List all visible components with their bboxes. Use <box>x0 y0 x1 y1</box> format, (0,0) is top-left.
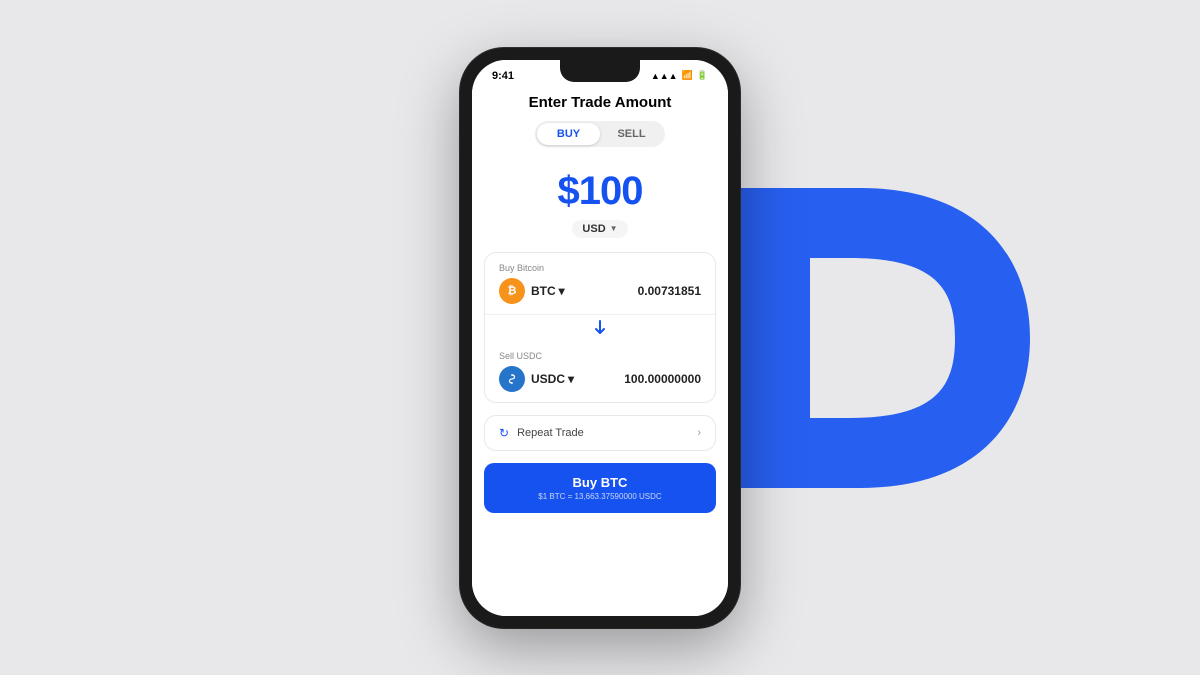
screen-header: Enter Trade Amount BUY SELL <box>472 86 728 157</box>
trade-card: Buy Bitcoin ₿ BTC ▾ 0.00731851 <box>484 252 716 403</box>
buy-label: Buy Bitcoin <box>499 263 701 273</box>
signal-icon: ▲▲▲ <box>651 71 678 81</box>
currency-selector[interactable]: USD ▼ <box>572 220 627 238</box>
repeat-icon: ↻ <box>499 426 509 440</box>
screen-title: Enter Trade Amount <box>492 94 708 111</box>
repeat-trade-left: ↻ Repeat Trade <box>499 426 584 440</box>
buy-btn-main-label: Buy BTC <box>496 475 704 490</box>
phone-device: 9:41 ▲▲▲ 📶 🔋 Enter Trade Amount BUY SELL <box>460 48 740 628</box>
wifi-icon: 📶 <box>682 70 693 81</box>
phone-notch <box>560 60 640 82</box>
buy-btc-row: Buy Bitcoin ₿ BTC ▾ 0.00731851 <box>485 253 715 315</box>
btc-icon: ₿ <box>499 278 525 304</box>
sell-label: Sell USDC <box>499 351 701 361</box>
repeat-trade-row[interactable]: ↻ Repeat Trade › <box>484 415 716 451</box>
usdc-asset-left: USDC ▾ <box>499 366 574 392</box>
buy-btn-sub-label: $1 BTC = 13,663.37590000 USDC <box>496 492 704 501</box>
sell-tab[interactable]: SELL <box>600 123 663 145</box>
btc-asset-left: ₿ BTC ▾ <box>499 278 565 304</box>
usdc-icon <box>499 366 525 392</box>
status-icons: ▲▲▲ 📶 🔋 <box>651 70 708 81</box>
buy-asset-row: ₿ BTC ▾ 0.00731851 <box>499 278 701 304</box>
btc-amount: 0.00731851 <box>638 284 701 298</box>
chevron-down-icon: ▼ <box>610 224 618 233</box>
usdc-amount: 100.00000000 <box>624 372 701 386</box>
status-time: 9:41 <box>492 70 514 82</box>
battery-icon: 🔋 <box>697 70 708 81</box>
swap-icon[interactable] <box>591 319 609 337</box>
buy-sell-toggle[interactable]: BUY SELL <box>535 121 665 147</box>
screen-content: Enter Trade Amount BUY SELL $100 USD ▼ <box>472 86 728 616</box>
btc-chevron-icon: ▾ <box>559 284 565 298</box>
amount-section: $100 USD ▼ <box>472 157 728 244</box>
sell-usdc-row: Sell USDC <box>485 341 715 402</box>
usdc-chevron-icon: ▾ <box>568 372 574 386</box>
repeat-trade-label: Repeat Trade <box>517 427 584 439</box>
phone-body: 9:41 ▲▲▲ 📶 🔋 Enter Trade Amount BUY SELL <box>460 48 740 628</box>
repeat-chevron-icon: › <box>697 427 701 439</box>
btc-name[interactable]: BTC ▾ <box>531 284 565 298</box>
usdc-name[interactable]: USDC ▾ <box>531 372 574 386</box>
amount-display[interactable]: $100 <box>492 169 708 214</box>
phone-screen: 9:41 ▲▲▲ 📶 🔋 Enter Trade Amount BUY SELL <box>472 60 728 616</box>
currency-label: USD <box>582 223 605 235</box>
buy-tab[interactable]: BUY <box>537 123 600 145</box>
sell-asset-row: USDC ▾ 100.00000000 <box>499 366 701 392</box>
swap-arrow-row <box>485 315 715 341</box>
buy-btc-button[interactable]: Buy BTC $1 BTC = 13,663.37590000 USDC <box>484 463 716 513</box>
